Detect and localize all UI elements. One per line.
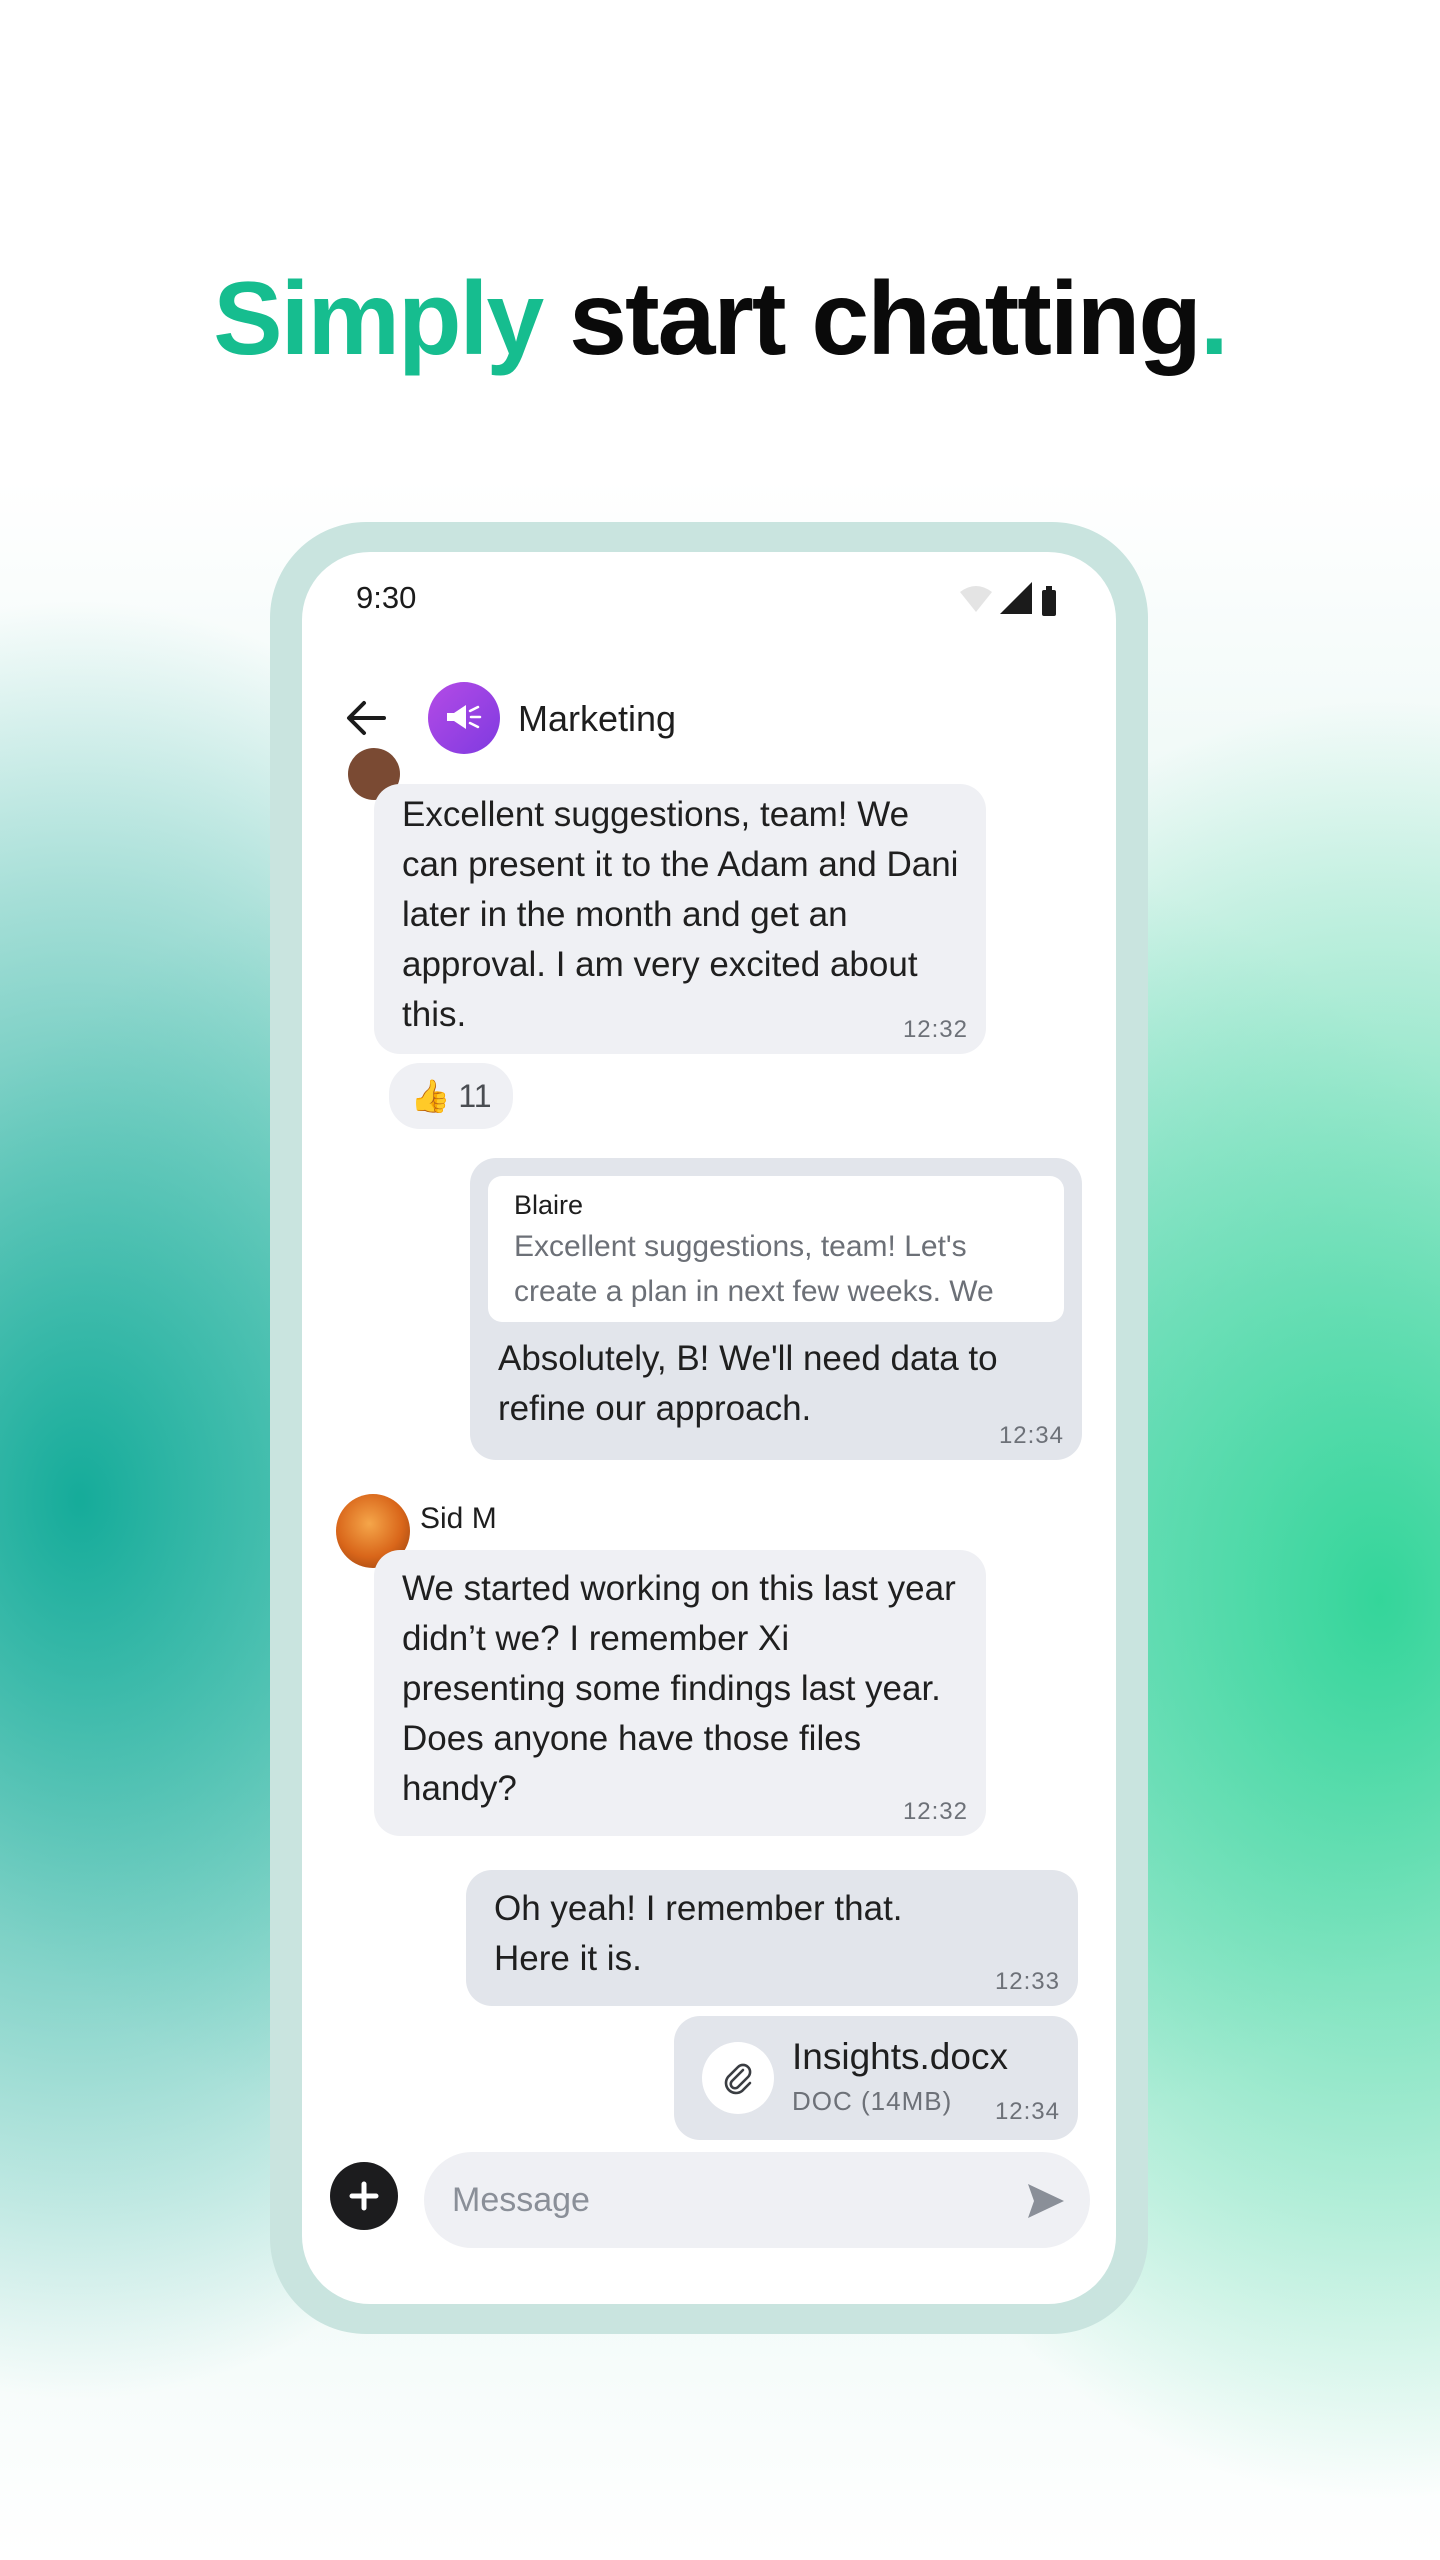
add-attachment-button[interactable]	[330, 2162, 398, 2230]
message-bubble[interactable]: Blaire Excellent suggestions, team! Let'…	[470, 1158, 1082, 1460]
reply-text: Excellent suggestions, team! Let's creat…	[514, 1230, 994, 1308]
reaction-chip[interactable]: 👍 11	[386, 1060, 516, 1132]
wifi-icon	[960, 586, 992, 612]
status-time: 9:30	[356, 580, 417, 615]
headline-accent: Simply	[213, 261, 544, 377]
message-time: 12:34	[994, 2098, 1060, 2125]
arrow-left-icon	[347, 701, 386, 735]
message-time: 12:32	[902, 1798, 968, 1825]
send-icon	[1028, 2184, 1064, 2218]
headline-dot: .	[1199, 261, 1229, 377]
reply-quote[interactable]: Blaire Excellent suggestions, team! Let'…	[488, 1176, 1064, 1322]
attachment-icon-button[interactable]	[702, 2042, 774, 2114]
message-time: 12:33	[994, 1968, 1060, 1995]
paperclip-icon	[724, 2063, 752, 2095]
message-time: 12:32	[902, 1016, 968, 1043]
sender-name: Sid M	[420, 1502, 497, 1535]
chat-header: Marketing	[302, 662, 1116, 772]
headline: Simply start chatting.	[0, 260, 1440, 379]
message-bubble[interactable]: Oh yeah! I remember that. Here it is. 12…	[466, 1870, 1078, 2006]
group-avatar[interactable]	[428, 682, 500, 754]
message-text: We started working on this last year did…	[402, 1569, 956, 1808]
attachment-bubble[interactable]: Insights.docx DOC (14MB) 12:34	[674, 2016, 1078, 2140]
back-button[interactable]	[336, 688, 396, 748]
attachment-size: DOC (14MB)	[792, 2086, 953, 2116]
reaction-count: 11	[458, 1077, 492, 1114]
message-bubble[interactable]: We started working on this last year did…	[374, 1550, 986, 1836]
send-button[interactable]	[1022, 2178, 1068, 2224]
message-composer	[302, 2142, 1116, 2252]
headline-rest: start chatting	[542, 261, 1202, 377]
message-input[interactable]	[424, 2152, 1090, 2248]
message-bubble[interactable]: Excellent suggestions, team! We can pres…	[374, 784, 986, 1054]
message-list[interactable]: Excellent suggestions, team! We can pres…	[302, 748, 1116, 2140]
signal-icon	[1000, 582, 1032, 614]
message-time: 12:34	[998, 1422, 1064, 1449]
status-icons	[956, 582, 1066, 622]
phone-screen: 9:30 Marketing Excellent suggestions, te…	[302, 552, 1116, 2304]
chat-title: Marketing	[518, 698, 677, 739]
battery-icon	[1042, 586, 1056, 616]
attachment-name: Insights.docx	[792, 2036, 1008, 2077]
plus-icon	[349, 2181, 379, 2211]
message-text: Oh yeah! I remember that. Here it is.	[494, 1889, 903, 1978]
message-text: Absolutely, B! We'll need data to refine…	[498, 1339, 998, 1428]
thumbs-up-icon: 👍	[410, 1078, 451, 1114]
reply-author: Blaire	[514, 1190, 584, 1220]
message-text: Excellent suggestions, team! We can pres…	[402, 795, 959, 1034]
megaphone-icon	[447, 705, 482, 729]
